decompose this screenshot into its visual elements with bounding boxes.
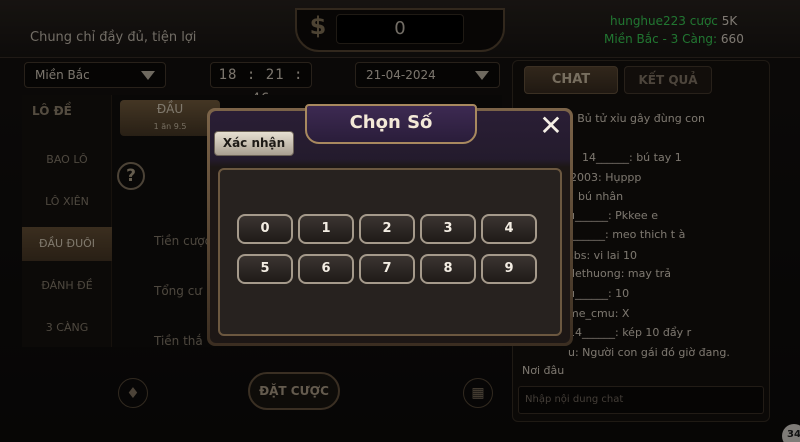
digit-button-0[interactable]: 0 — [237, 214, 293, 244]
digit-button-2[interactable]: 2 — [359, 214, 415, 244]
digit-grid — [218, 168, 562, 336]
digit-button-1[interactable]: 1 — [298, 214, 354, 244]
digit-button-3[interactable]: 3 — [420, 214, 476, 244]
digit-button-7[interactable]: 7 — [359, 254, 415, 284]
digit-button-8[interactable]: 8 — [420, 254, 476, 284]
digit-button-6[interactable]: 6 — [298, 254, 354, 284]
digit-button-4[interactable]: 4 — [481, 214, 537, 244]
close-icon[interactable]: ✕ — [534, 110, 568, 144]
confirm-button[interactable]: Xác nhận — [214, 131, 294, 156]
digit-button-9[interactable]: 9 — [481, 254, 537, 284]
modal-title: Chọn Số — [349, 112, 433, 133]
digit-button-5[interactable]: 5 — [237, 254, 293, 284]
